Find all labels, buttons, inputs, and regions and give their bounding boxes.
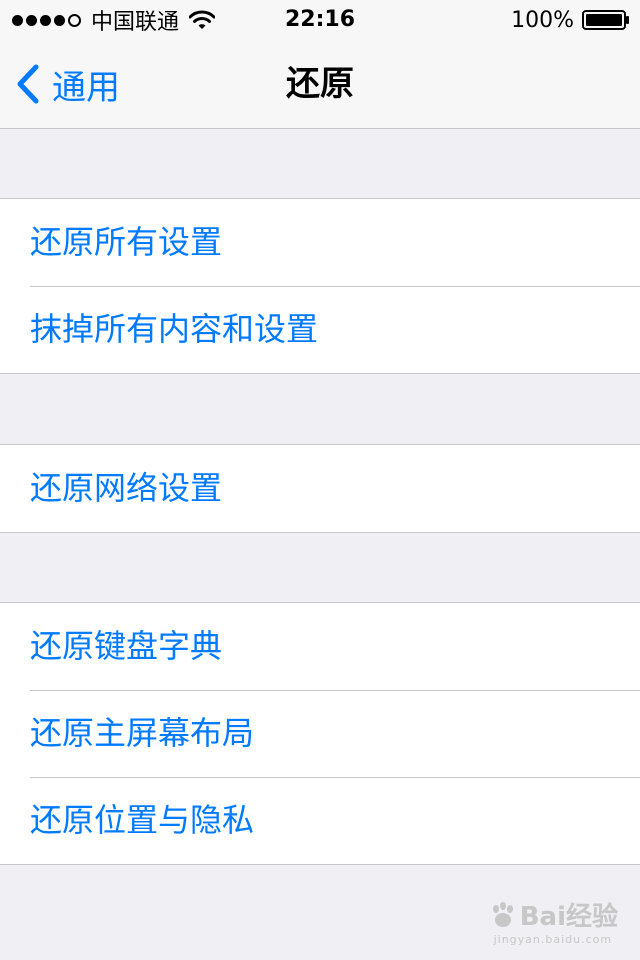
battery-percentage: 100% xyxy=(511,7,574,33)
reset-network-settings-button[interactable]: 还原网络设置 xyxy=(0,445,640,532)
watermark: Bai经验 jingyan.baidu.com xyxy=(488,896,618,946)
reset-location-privacy-button[interactable]: 还原位置与隐私 xyxy=(0,777,640,864)
battery-icon xyxy=(582,10,629,30)
reset-home-screen-layout-button[interactable]: 还原主屏幕布局 xyxy=(0,690,640,777)
page-title: 还原 xyxy=(286,64,354,104)
navigation-bar: 通用 还原 xyxy=(0,40,640,129)
erase-all-content-button[interactable]: 抹掉所有内容和设置 xyxy=(0,286,640,373)
watermark-url: jingyan.baidu.com xyxy=(493,933,613,946)
reset-group-general: 还原所有设置 抹掉所有内容和设置 xyxy=(0,198,640,374)
watermark-main: Bai经验 xyxy=(488,896,618,933)
watermark-text: Bai经验 xyxy=(519,902,618,932)
reset-group-network: 还原网络设置 xyxy=(0,444,640,533)
reset-group-other: 还原键盘字典 还原主屏幕布局 还原位置与隐私 xyxy=(0,602,640,865)
status-bar: 中国联通 22:16 100% xyxy=(0,0,640,40)
paw-icon xyxy=(492,901,513,927)
status-right: 100% xyxy=(511,0,630,40)
reset-all-settings-button[interactable]: 还原所有设置 xyxy=(0,199,640,286)
reset-keyboard-dictionary-button[interactable]: 还原键盘字典 xyxy=(0,603,640,690)
